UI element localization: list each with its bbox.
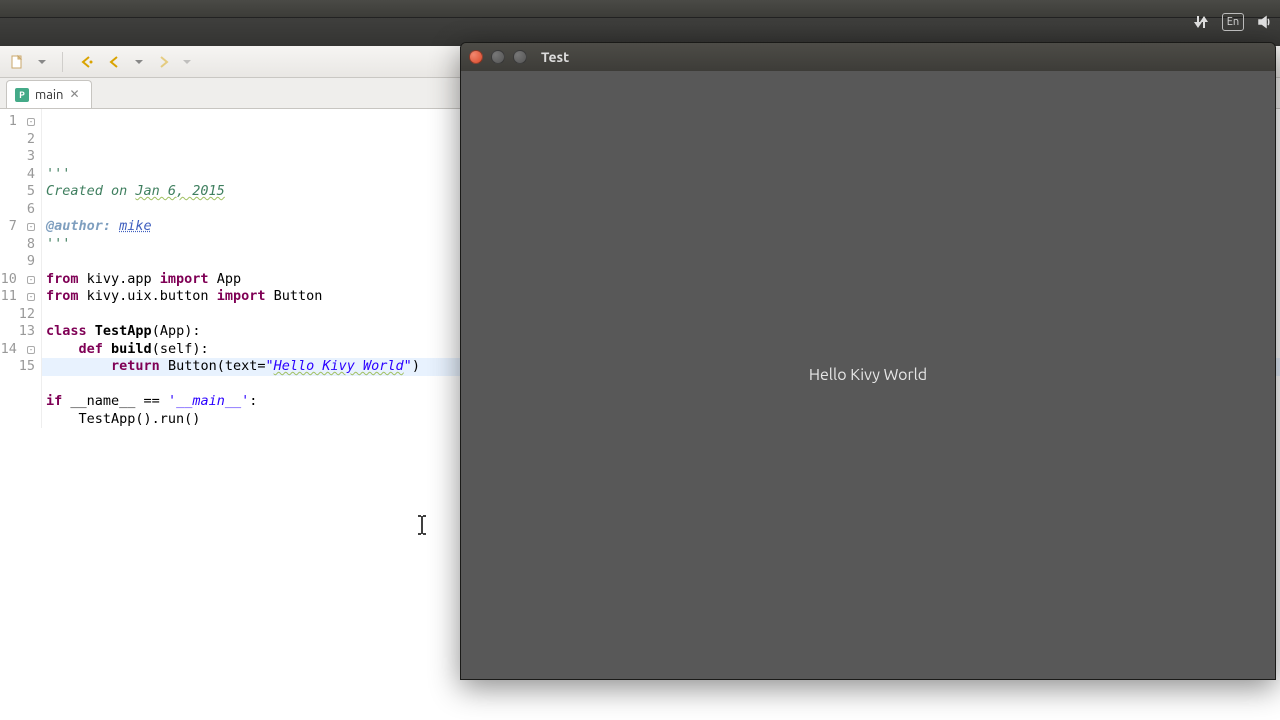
toolbar-separator <box>62 52 63 72</box>
keyboard-layout-indicator[interactable]: En <box>1222 13 1244 31</box>
app-window-title: Test <box>541 49 569 65</box>
tab-close-icon[interactable]: ✕ <box>69 89 81 101</box>
line-number: 3 <box>0 148 35 166</box>
text-cursor-icon <box>416 515 428 535</box>
line-number: 8 <box>0 236 35 254</box>
line-number: 7 - <box>0 218 35 236</box>
line-number: 9 <box>0 253 35 271</box>
dropdown-icon[interactable] <box>135 58 143 66</box>
system-tray: En <box>1192 0 1280 44</box>
line-number: 5 <box>0 183 35 201</box>
tab-filename: main <box>35 88 63 102</box>
line-number: 13 <box>0 323 35 341</box>
desktop-top-panel <box>0 0 1280 18</box>
nav-last-edit-icon[interactable] <box>79 54 95 70</box>
app-window-titlebar[interactable]: Test <box>461 43 1275 71</box>
window-minimize-button[interactable] <box>491 50 505 64</box>
line-number: 2 <box>0 131 35 149</box>
window-maximize-button[interactable] <box>513 50 527 64</box>
line-number: 12 <box>0 306 35 324</box>
line-number: 11 - <box>0 288 35 306</box>
nav-forward-icon <box>155 54 171 70</box>
kivy-button-label: Hello Kivy World <box>809 366 927 384</box>
nav-back-icon[interactable] <box>107 54 123 70</box>
window-close-button[interactable] <box>469 50 483 64</box>
line-number: 15 <box>0 358 35 376</box>
line-number: 4 <box>0 166 35 184</box>
line-number: 1 - <box>0 113 35 131</box>
kivy-app-window: Test Hello Kivy World <box>460 42 1276 680</box>
python-file-icon: P <box>15 88 29 102</box>
line-number: 10 - <box>0 271 35 289</box>
line-number: 6 <box>0 201 35 219</box>
dropdown-icon <box>183 58 191 66</box>
dropdown-icon[interactable] <box>38 58 46 66</box>
line-number: 14 - <box>0 341 35 359</box>
volume-icon[interactable] <box>1256 13 1274 31</box>
toolbar-new-icon[interactable] <box>10 54 26 70</box>
editor-tab-main[interactable]: P main ✕ <box>6 80 92 108</box>
line-number-gutter: 1 -234567 -8910 -11 -121314 -15 <box>0 109 42 428</box>
kivy-button[interactable]: Hello Kivy World <box>461 71 1275 679</box>
network-icon[interactable] <box>1192 13 1210 31</box>
